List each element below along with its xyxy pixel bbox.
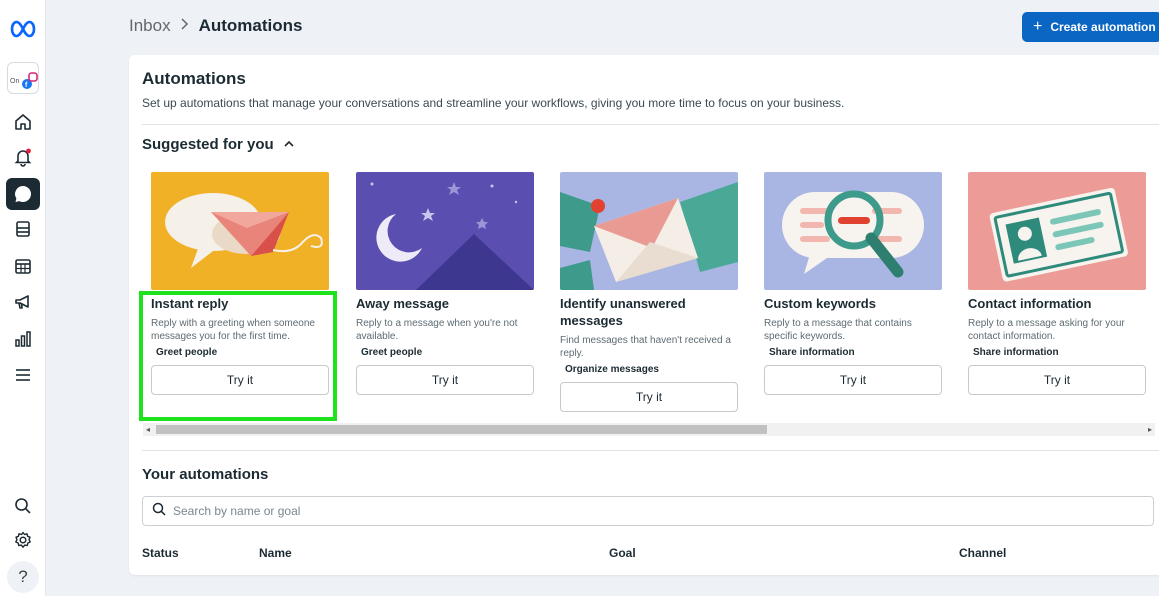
card-tag: Share information <box>973 347 1059 358</box>
menu-icon[interactable] <box>6 359 40 391</box>
divider <box>142 124 1159 125</box>
create-automation-button[interactable]: + Create automation <box>1022 12 1159 42</box>
contact-information-illustration <box>968 172 1146 290</box>
suggested-title: Suggested for you <box>142 136 274 153</box>
planner-icon[interactable] <box>6 250 40 282</box>
card-title: Custom keywords <box>764 296 876 311</box>
suggestion-card-identify-unanswered: Identify unanswered messages Find messag… <box>560 172 740 412</box>
card-tag: Share information <box>769 347 855 358</box>
try-it-button[interactable]: Try it <box>764 365 942 395</box>
try-it-button[interactable]: Try it <box>560 382 738 412</box>
inbox-icon[interactable] <box>6 178 40 210</box>
section-description: Set up automations that manage your conv… <box>142 96 845 110</box>
column-header-channel[interactable]: Channel <box>959 546 1006 560</box>
svg-text:On: On <box>10 78 19 85</box>
your-automations-title: Your automations <box>142 466 269 483</box>
section-heading: Automations <box>142 69 246 88</box>
left-sidebar: On f ? <box>0 0 46 596</box>
scrollbar-thumb[interactable] <box>156 425 767 434</box>
suggestion-card-instant-reply: Instant reply Reply with a greeting when… <box>151 172 331 395</box>
suggestion-card-away-message: Away message Reply to a message when you… <box>356 172 536 395</box>
suggestion-card-contact-information: Contact information Reply to a message a… <box>968 172 1148 395</box>
card-title: Away message <box>356 296 449 311</box>
try-it-button[interactable]: Try it <box>151 365 329 395</box>
card-tag: Organize messages <box>565 364 659 375</box>
page-title: Automations <box>198 16 303 35</box>
breadcrumb-separator-icon <box>180 16 190 36</box>
automations-search <box>142 496 1154 526</box>
try-it-button[interactable]: Try it <box>356 365 534 395</box>
scroll-left-arrow-icon[interactable]: ◂ <box>146 425 150 434</box>
breadcrumb-inbox[interactable]: Inbox <box>129 16 171 36</box>
breadcrumb: Inbox Automations <box>129 16 302 36</box>
card-title: Instant reply <box>151 296 229 311</box>
card-description: Find messages that haven't received a re… <box>560 335 731 359</box>
card-tag: Greet people <box>361 347 423 358</box>
instant-reply-illustration <box>151 172 329 290</box>
account-switcher-icon[interactable]: On f <box>7 62 39 94</box>
card-tag: Greet people <box>156 347 218 358</box>
cards-horizontal-scrollbar[interactable]: ◂ ▸ <box>143 423 1155 436</box>
divider <box>142 450 1159 451</box>
help-icon[interactable]: ? <box>7 561 39 593</box>
unanswered-messages-illustration <box>560 172 738 290</box>
column-header-status[interactable]: Status <box>142 546 179 560</box>
search-input[interactable] <box>173 504 673 518</box>
search-icon[interactable] <box>6 490 40 522</box>
custom-keywords-illustration <box>764 172 942 290</box>
notifications-icon[interactable] <box>6 141 40 173</box>
settings-icon[interactable] <box>6 524 40 556</box>
card-description: Reply to a message asking for your conta… <box>968 318 1125 342</box>
automations-panel: Automations Set up automations that mana… <box>129 55 1159 575</box>
content-icon[interactable] <box>6 213 40 245</box>
collapse-chevron-icon[interactable] <box>283 137 295 155</box>
try-it-button[interactable]: Try it <box>968 365 1146 395</box>
create-automation-label: Create automation <box>1050 20 1156 34</box>
ads-icon[interactable] <box>6 286 40 318</box>
card-title: Contact information <box>968 296 1092 311</box>
insights-icon[interactable] <box>6 323 40 355</box>
card-title: Identify unanswered messages <box>560 296 686 328</box>
suggestion-card-custom-keywords: Custom keywords Reply to a message that … <box>764 172 944 395</box>
card-description: Reply to a message when you're not avail… <box>356 318 518 342</box>
search-icon <box>152 502 166 521</box>
meta-logo-icon[interactable] <box>6 13 40 45</box>
card-description: Reply to a message that contains specifi… <box>764 318 912 342</box>
column-header-name[interactable]: Name <box>259 546 292 560</box>
away-message-illustration <box>356 172 534 290</box>
plus-icon: + <box>1033 18 1043 35</box>
home-icon[interactable] <box>6 106 40 138</box>
card-description: Reply with a greeting when someone messa… <box>151 318 315 342</box>
column-header-goal[interactable]: Goal <box>609 546 636 560</box>
scroll-right-arrow-icon[interactable]: ▸ <box>1148 425 1152 434</box>
